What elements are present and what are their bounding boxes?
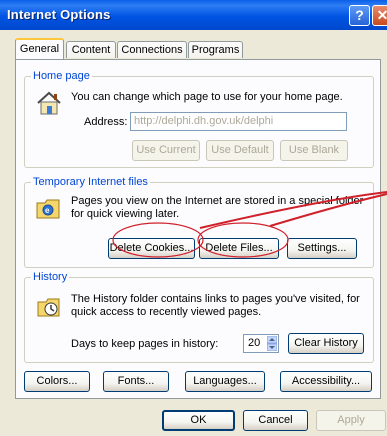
help-icon: ? xyxy=(355,7,364,23)
settings-button[interactable]: Settings... xyxy=(287,238,357,259)
internet-options-window: Internet Options ? ✕ General Content Con… xyxy=(0,0,387,436)
home-page-group-title: Home page xyxy=(31,70,92,82)
languages-button[interactable]: Languages... xyxy=(185,371,265,392)
temp-files-desc-line1: Pages you view on the Internet are store… xyxy=(71,195,364,207)
svg-text:e: e xyxy=(45,206,50,215)
tab-general[interactable]: General xyxy=(15,38,64,59)
ok-button[interactable]: OK xyxy=(162,410,235,431)
clear-history-button[interactable]: Clear History xyxy=(288,333,364,354)
tab-content[interactable]: Content xyxy=(66,41,116,58)
days-label: Days to keep pages in history: xyxy=(71,338,219,350)
tab-programs[interactable]: Programs xyxy=(188,41,243,58)
temp-files-desc-line2: for quick viewing later. xyxy=(71,208,180,220)
apply-button[interactable]: Apply xyxy=(316,410,386,431)
accessibility-button[interactable]: Accessibility... xyxy=(280,371,372,392)
history-group-title: History xyxy=(31,271,70,283)
help-button[interactable]: ? xyxy=(349,5,370,26)
use-default-button[interactable]: Use Default xyxy=(206,140,274,161)
title-bar[interactable]: Internet Options ? ✕ xyxy=(0,0,387,30)
general-tab-panel: Home page You can change which page to u… xyxy=(15,59,381,399)
home-page-description: You can change which page to use for you… xyxy=(71,91,343,103)
cancel-button[interactable]: Cancel xyxy=(243,410,308,431)
close-icon: ✕ xyxy=(376,7,387,23)
colors-button[interactable]: Colors... xyxy=(24,371,90,392)
days-spinner[interactable] xyxy=(267,336,277,351)
days-field[interactable]: 20 xyxy=(243,334,279,353)
days-value: 20 xyxy=(248,337,261,349)
history-icon xyxy=(37,298,60,317)
use-current-button[interactable]: Use Current xyxy=(132,140,200,161)
history-group: History The History folder contains link… xyxy=(24,271,374,363)
history-desc-line1: The History folder contains links to pag… xyxy=(71,293,360,305)
address-label: Address: xyxy=(84,116,128,128)
use-blank-button[interactable]: Use Blank xyxy=(280,140,348,161)
window-title: Internet Options xyxy=(7,7,111,22)
delete-cookies-button[interactable]: Delete Cookies... xyxy=(108,238,195,259)
home-page-group: Home page You can change which page to u… xyxy=(24,70,374,168)
temp-files-group: Temporary Internet files e Pages you vie… xyxy=(24,176,374,268)
temp-files-group-title: Temporary Internet files xyxy=(31,176,150,188)
folder-icon: e xyxy=(36,199,60,219)
close-button[interactable]: ✕ xyxy=(372,5,387,26)
tab-connections[interactable]: Connections xyxy=(117,41,187,58)
home-page-icon xyxy=(37,91,61,115)
address-field[interactable]: http://delphi.dh.gov.uk/delphi xyxy=(130,112,347,131)
fonts-button[interactable]: Fonts... xyxy=(103,371,169,392)
delete-files-button[interactable]: Delete Files... xyxy=(199,238,279,259)
history-desc-line2: quick access to recently viewed pages. xyxy=(71,306,262,318)
